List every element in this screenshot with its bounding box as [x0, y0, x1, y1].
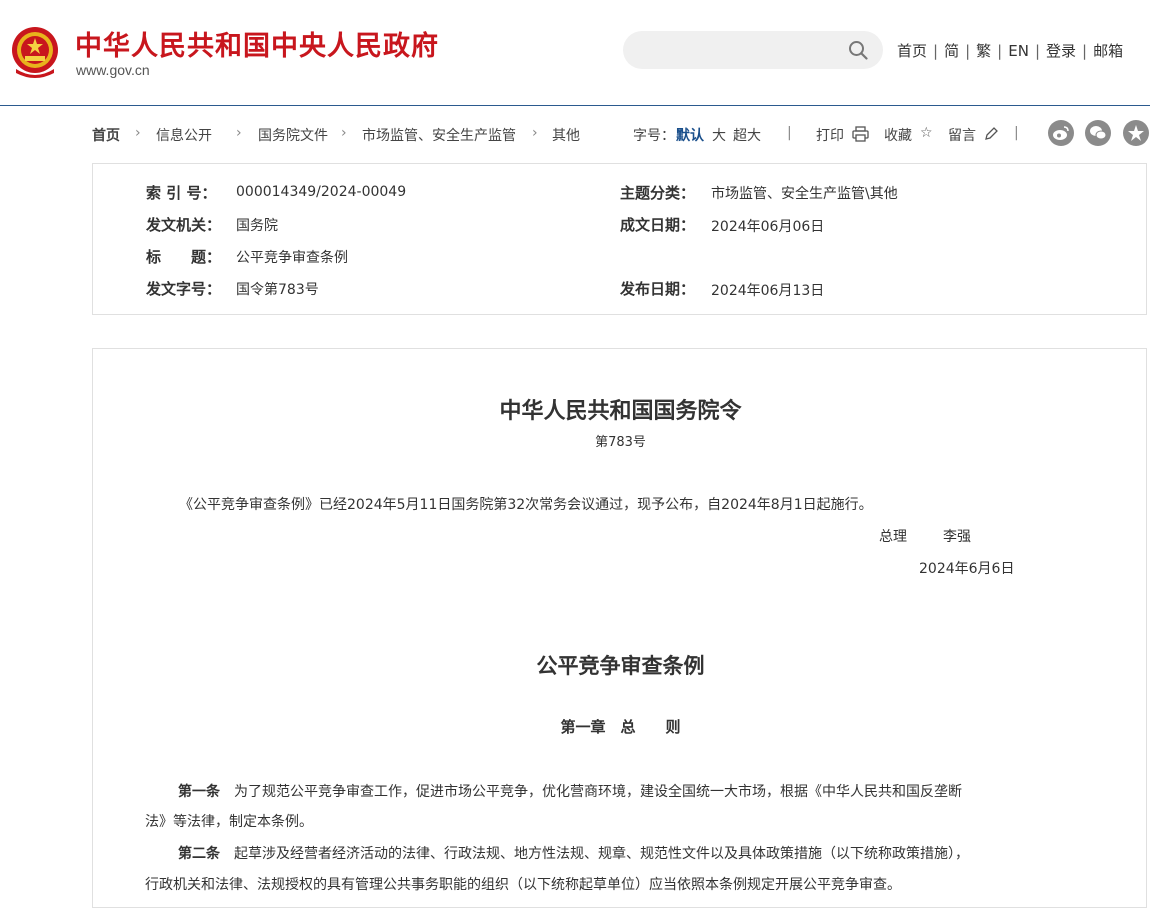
- search-box: [623, 31, 883, 71]
- breadcrumb-info-public[interactable]: 信息公开: [156, 125, 212, 145]
- breadcrumb-home[interactable]: 首页: [92, 125, 120, 145]
- index-label: 索 引 号：: [146, 184, 217, 202]
- nav-english[interactable]: EN: [1008, 42, 1029, 60]
- top-nav: 首页 | 简 | 繁 | EN | 登录 | 邮箱: [897, 42, 1124, 60]
- index-value: 000014349/2024-00049: [236, 184, 407, 200]
- breadcrumb-market-supervision[interactable]: 市场监管、安全生产监管: [362, 125, 516, 145]
- breadcrumb: 首页 › 信息公开 › 国务院文件 › 市场监管、安全生产监管 › 其他 字号：…: [92, 120, 1150, 147]
- article-2-label: 第二条: [178, 846, 220, 862]
- wechat-icon[interactable]: [1085, 120, 1111, 146]
- font-size-label: 字号：: [633, 128, 675, 144]
- topic-value: 市场监管、安全生产监管\其他: [711, 186, 898, 202]
- chevron-right-icon: ›: [341, 125, 347, 141]
- site-header: 中华人民共和国中央人民政府 www.gov.cn 首页 | 简 | 繁 | EN | 登录 | 邮箱: [0, 0, 1150, 106]
- written-date-label: 成文日期：: [620, 216, 696, 234]
- chevron-right-icon: ›: [532, 125, 538, 141]
- font-size-xlarge[interactable]: 超大: [733, 125, 761, 145]
- site-title[interactable]: 中华人民共和国中央人民政府: [75, 24, 439, 63]
- article-1-line-1: 第一条 为了规范公平竞争审查工作，促进市场公平竞争，优化营商环境，建设全国统一大市…: [178, 781, 962, 801]
- article-2-line-1: 第二条 起草涉及经营者经济活动的法律、行政法规、地方性法规、规章、规范性文件以及具…: [178, 843, 969, 863]
- chevron-right-icon: ›: [236, 125, 242, 141]
- issuer-label: 发文机关：: [146, 216, 222, 234]
- search-icon[interactable]: [848, 40, 868, 60]
- article-content: 中华人民共和国国务院令 第783号 《公平竞争审查条例》已经2024年5月11日…: [92, 348, 1147, 908]
- chapter-heading: 第一章 总 则: [560, 718, 681, 736]
- order-number: 第783号: [595, 435, 646, 450]
- comment-button[interactable]: 留言: [948, 125, 976, 145]
- written-date-value: 2024年06月06日: [711, 219, 825, 235]
- nav-home[interactable]: 首页: [897, 42, 927, 60]
- weibo-icon[interactable]: [1048, 120, 1074, 146]
- divider: |: [787, 125, 792, 141]
- site-url[interactable]: www.gov.cn: [76, 62, 150, 78]
- doc-number-value: 国令第783号: [236, 282, 319, 298]
- nav-simplified[interactable]: 简: [944, 42, 959, 60]
- signer-title: 总理: [879, 529, 907, 545]
- nav-mail[interactable]: 邮箱: [1093, 42, 1123, 60]
- breadcrumb-other[interactable]: 其他: [552, 125, 580, 145]
- article-1-label: 第一条: [178, 784, 220, 800]
- pencil-icon[interactable]: [984, 127, 998, 141]
- print-button[interactable]: 打印: [816, 125, 844, 145]
- qzone-star-icon[interactable]: [1123, 120, 1149, 146]
- publish-date-value: 2024年06月13日: [711, 283, 825, 299]
- doc-number-label: 发文字号：: [146, 280, 222, 298]
- nav-login[interactable]: 登录: [1046, 42, 1076, 60]
- divider: |: [1014, 125, 1019, 141]
- document-metadata: 索 引 号： 000014349/2024-00049 主题分类： 市场监管、安…: [92, 163, 1147, 315]
- regulation-title: 公平竞争审查条例: [536, 653, 705, 678]
- favorite-button[interactable]: 收藏: [884, 125, 912, 145]
- issuer-value: 国务院: [236, 218, 278, 234]
- announcement-text: 《公平竞争审查条例》已经2024年5月11日国务院第32次常务会议通过，现予公布…: [179, 497, 873, 513]
- printer-icon[interactable]: [852, 126, 869, 142]
- font-size-large[interactable]: 大: [712, 125, 726, 145]
- search-input[interactable]: [637, 31, 841, 71]
- article-1-text: 为了规范公平竞争审查工作，促进市场公平竞争，优化营商环境，建设全国统一大市场，根…: [234, 784, 962, 800]
- star-icon[interactable]: ☆: [920, 125, 933, 141]
- title-value: 公平竞争审查条例: [236, 250, 348, 266]
- national-emblem-icon[interactable]: [10, 25, 60, 79]
- sign-date: 2024年6月6日: [919, 561, 1015, 577]
- signer-name: 李强: [943, 529, 971, 545]
- nav-traditional[interactable]: 繁: [976, 42, 991, 60]
- publish-date-label: 发布日期：: [620, 280, 696, 298]
- font-size-default[interactable]: 默认: [676, 125, 704, 145]
- article-1-line-2: 法》等法律，制定本条例。: [145, 814, 313, 830]
- article-2-text: 起草涉及经营者经济活动的法律、行政法规、地方性法规、规章、规范性文件以及具体政策…: [234, 846, 969, 862]
- chevron-right-icon: ›: [135, 125, 141, 141]
- article-2-line-2: 行政机关和法律、法规授权的具有管理公共事务职能的组织（以下统称起草单位）应当依照…: [145, 877, 901, 893]
- breadcrumb-state-council-docs[interactable]: 国务院文件: [258, 125, 328, 145]
- order-title: 中华人民共和国国务院令: [499, 398, 742, 424]
- title-label: 标 题：: [146, 248, 222, 266]
- topic-label: 主题分类：: [620, 184, 696, 202]
